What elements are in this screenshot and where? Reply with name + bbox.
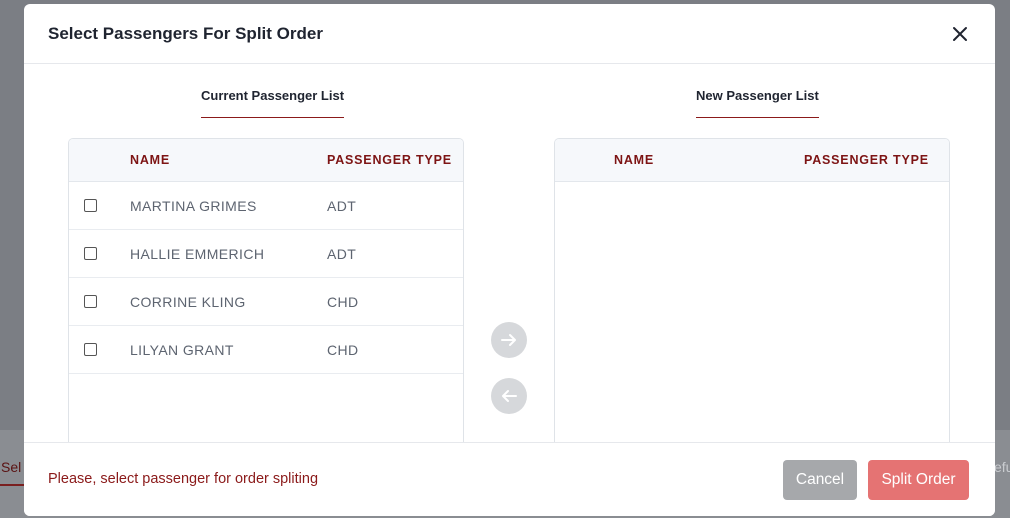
passenger-type: CHD <box>327 294 359 310</box>
cancel-button[interactable]: Cancel <box>783 460 857 500</box>
column-header-passenger-type: PASSENGER TYPE <box>804 153 929 167</box>
arrow-left-icon <box>502 390 517 402</box>
passenger-name: CORRINE KLING <box>130 294 246 310</box>
table-row[interactable]: LILYAN GRANT CHD <box>69 326 463 374</box>
passenger-name: MARTINA GRIMES <box>130 198 257 214</box>
table-row[interactable]: HALLIE EMMERICH ADT <box>69 230 463 278</box>
arrow-right-icon <box>501 334 516 346</box>
move-right-button[interactable] <box>491 322 527 358</box>
new-passenger-list-heading: New Passenger List <box>696 88 819 118</box>
passenger-checkbox[interactable] <box>84 295 97 308</box>
modal-title: Select Passengers For Split Order <box>48 23 323 43</box>
background-tab-text: Sel <box>0 448 24 486</box>
passenger-type: ADT <box>327 198 357 214</box>
passenger-checkbox[interactable] <box>84 247 97 260</box>
split-order-modal: Select Passengers For Split Order Curren… <box>24 4 995 516</box>
table-header: NAME PASSENGER TYPE <box>555 139 949 182</box>
split-order-button[interactable]: Split Order <box>868 460 969 500</box>
passenger-name: LILYAN GRANT <box>130 342 234 358</box>
current-passenger-list-heading: Current Passenger List <box>201 88 345 118</box>
modal-footer: Please, select passenger for order split… <box>24 442 995 516</box>
modal-header: Select Passengers For Split Order <box>24 4 995 64</box>
current-passenger-table: NAME PASSENGER TYPE MARTINA GRIMES ADT H… <box>68 138 464 448</box>
passenger-type: ADT <box>327 246 357 262</box>
table-row[interactable]: MARTINA GRIMES ADT <box>69 182 463 230</box>
table-header: NAME PASSENGER TYPE <box>69 139 463 182</box>
passenger-checkbox[interactable] <box>84 343 97 356</box>
column-header-name: NAME <box>130 153 171 167</box>
passenger-name: HALLIE EMMERICH <box>130 246 265 262</box>
passenger-checkbox[interactable] <box>84 199 97 212</box>
passenger-type: CHD <box>327 342 359 358</box>
close-icon[interactable] <box>949 23 971 45</box>
column-header-name: NAME <box>614 153 655 167</box>
column-header-passenger-type: PASSENGER TYPE <box>327 153 452 167</box>
validation-message: Please, select passenger for order split… <box>48 471 319 487</box>
new-passenger-table: NAME PASSENGER TYPE <box>554 138 950 448</box>
move-left-button[interactable] <box>491 378 527 414</box>
background-button-text: efu <box>994 459 1010 475</box>
table-row[interactable]: CORRINE KLING CHD <box>69 278 463 326</box>
